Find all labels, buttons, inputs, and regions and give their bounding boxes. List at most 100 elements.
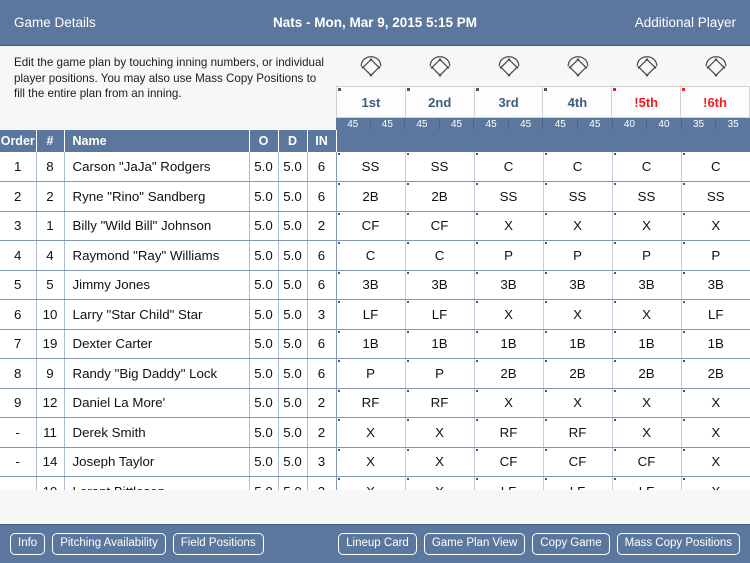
cell-position-inning-5[interactable]: 1B	[612, 329, 682, 359]
baseball-diamond-icon[interactable]	[634, 55, 660, 78]
cell-order[interactable]: 4	[0, 240, 37, 271]
cell-position-inning-6[interactable]: 3B	[681, 270, 750, 300]
cell-innings[interactable]: 6	[307, 240, 337, 271]
lineup-card-button[interactable]: Lineup Card	[338, 533, 417, 555]
column-header-name[interactable]: Name	[64, 130, 250, 152]
cell-position-inning-4[interactable]: C	[543, 152, 613, 182]
cell-position-inning-6[interactable]: LF	[681, 299, 750, 330]
cell-position-inning-5[interactable]: P	[612, 240, 682, 271]
copy-game-button[interactable]: Copy Game	[532, 533, 610, 555]
cell-defense[interactable]: 5.0	[278, 152, 308, 182]
info-button[interactable]: Info	[10, 533, 46, 555]
cell-position-inning-3[interactable]: C	[474, 152, 544, 182]
cell-position-inning-1[interactable]: P	[336, 358, 406, 389]
column-header-number[interactable]: #	[36, 130, 65, 152]
inning-tab-1[interactable]: 1st	[336, 86, 405, 118]
cell-position-inning-3[interactable]: RF	[474, 417, 544, 448]
cell-position-inning-3[interactable]: X	[474, 211, 544, 241]
cell-order[interactable]: 7	[0, 329, 37, 359]
cell-position-inning-1[interactable]: X	[336, 417, 406, 448]
cell-player-name[interactable]: Raymond "Ray" Williams	[64, 240, 250, 271]
cell-position-inning-6[interactable]: 2B	[681, 358, 750, 389]
cell-player-name[interactable]: Dexter Carter	[64, 329, 250, 359]
cell-position-inning-5[interactable]: X	[612, 211, 682, 241]
cell-position-inning-4[interactable]: RF	[543, 417, 613, 448]
cell-position-inning-3[interactable]: SS	[474, 181, 544, 212]
cell-position-inning-2[interactable]: 2B	[405, 181, 475, 212]
cell-defense[interactable]: 5.0	[278, 299, 308, 330]
cell-offense[interactable]: 5.0	[249, 270, 279, 300]
cell-player-name[interactable]: Jimmy Jones	[64, 270, 250, 300]
cell-order[interactable]: -	[0, 417, 37, 448]
cell-player-number[interactable]: 4	[36, 240, 65, 271]
cell-position-inning-2[interactable]: X	[405, 417, 475, 448]
cell-position-inning-2[interactable]: CF	[405, 211, 475, 241]
cell-order[interactable]: 1	[0, 152, 37, 182]
cell-position-inning-5[interactable]: X	[612, 299, 682, 330]
cell-offense[interactable]: 5.0	[249, 388, 279, 418]
column-header-defense[interactable]: D	[278, 130, 308, 152]
cell-player-number[interactable]: 14	[36, 447, 65, 477]
cell-player-name[interactable]: Randy "Big Daddy" Lock	[64, 358, 250, 389]
cell-position-inning-6[interactable]: X	[681, 417, 750, 448]
cell-defense[interactable]: 5.0	[278, 211, 308, 241]
cell-player-number[interactable]: 5	[36, 270, 65, 300]
inning-tab-6[interactable]: !6th	[680, 86, 750, 118]
cell-position-inning-6[interactable]: C	[681, 152, 750, 182]
cell-position-inning-6[interactable]: P	[681, 240, 750, 271]
cell-position-inning-5[interactable]: CF	[612, 447, 682, 477]
cell-position-inning-2[interactable]: 3B	[405, 270, 475, 300]
cell-offense[interactable]: 5.0	[249, 299, 279, 330]
cell-innings[interactable]: 2	[307, 417, 337, 448]
cell-order[interactable]: 8	[0, 358, 37, 389]
cell-position-inning-5[interactable]: SS	[612, 181, 682, 212]
cell-position-inning-4[interactable]: 2B	[543, 358, 613, 389]
cell-offense[interactable]: 5.0	[249, 240, 279, 271]
cell-position-inning-4[interactable]: CF	[543, 447, 613, 477]
cell-player-number[interactable]: 9	[36, 358, 65, 389]
baseball-diamond-icon[interactable]	[427, 55, 453, 78]
cell-innings[interactable]: 6	[307, 358, 337, 389]
inning-tab-2[interactable]: 2nd	[404, 86, 474, 118]
mass-copy-positions-button[interactable]: Mass Copy Positions	[616, 533, 740, 555]
cell-position-inning-4[interactable]: X	[543, 211, 613, 241]
cell-position-inning-5[interactable]: C	[612, 152, 682, 182]
cell-player-name[interactable]: Joseph Taylor	[64, 447, 250, 477]
baseball-diamond-icon[interactable]	[358, 55, 384, 78]
cell-player-name[interactable]: Billy "Wild Bill" Johnson	[64, 211, 250, 241]
cell-position-inning-4[interactable]: 3B	[543, 270, 613, 300]
cell-position-inning-2[interactable]: SS	[405, 152, 475, 182]
cell-position-inning-1[interactable]: LF	[336, 299, 406, 330]
cell-player-name[interactable]: Daniel La More'	[64, 388, 250, 418]
cell-offense[interactable]: 5.0	[249, 329, 279, 359]
cell-defense[interactable]: 5.0	[278, 447, 308, 477]
cell-position-inning-5[interactable]: 2B	[612, 358, 682, 389]
cell-position-inning-2[interactable]: LF	[405, 299, 475, 330]
cell-innings[interactable]: 6	[307, 152, 337, 182]
cell-position-inning-1[interactable]: SS	[336, 152, 406, 182]
cell-position-inning-4[interactable]: 1B	[543, 329, 613, 359]
cell-position-inning-4[interactable]: X	[543, 388, 613, 418]
cell-position-inning-5[interactable]: X	[612, 417, 682, 448]
cell-position-inning-5[interactable]: X	[612, 388, 682, 418]
cell-position-inning-2[interactable]: X	[405, 447, 475, 477]
cell-innings[interactable]: 3	[307, 299, 337, 330]
cell-defense[interactable]: 5.0	[278, 358, 308, 389]
cell-position-inning-4[interactable]: X	[543, 299, 613, 330]
inning-tab-5[interactable]: !5th	[611, 86, 681, 118]
pitching-availability-button[interactable]: Pitching Availability	[52, 533, 166, 555]
cell-position-inning-3[interactable]: X	[474, 299, 544, 330]
cell-offense[interactable]: 5.0	[249, 211, 279, 241]
cell-position-inning-6[interactable]: X	[681, 211, 750, 241]
cell-offense[interactable]: 5.0	[249, 181, 279, 212]
game-details-button[interactable]: Game Details	[14, 15, 96, 30]
cell-player-number[interactable]: 19	[36, 329, 65, 359]
cell-innings[interactable]: 2	[307, 211, 337, 241]
cell-player-name[interactable]: Ryne "Rino" Sandberg	[64, 181, 250, 212]
cell-defense[interactable]: 5.0	[278, 240, 308, 271]
cell-position-inning-2[interactable]: C	[405, 240, 475, 271]
cell-defense[interactable]: 5.0	[278, 329, 308, 359]
cell-player-name[interactable]: Derek Smith	[64, 417, 250, 448]
cell-position-inning-1[interactable]: CF	[336, 211, 406, 241]
baseball-diamond-icon[interactable]	[703, 55, 729, 78]
